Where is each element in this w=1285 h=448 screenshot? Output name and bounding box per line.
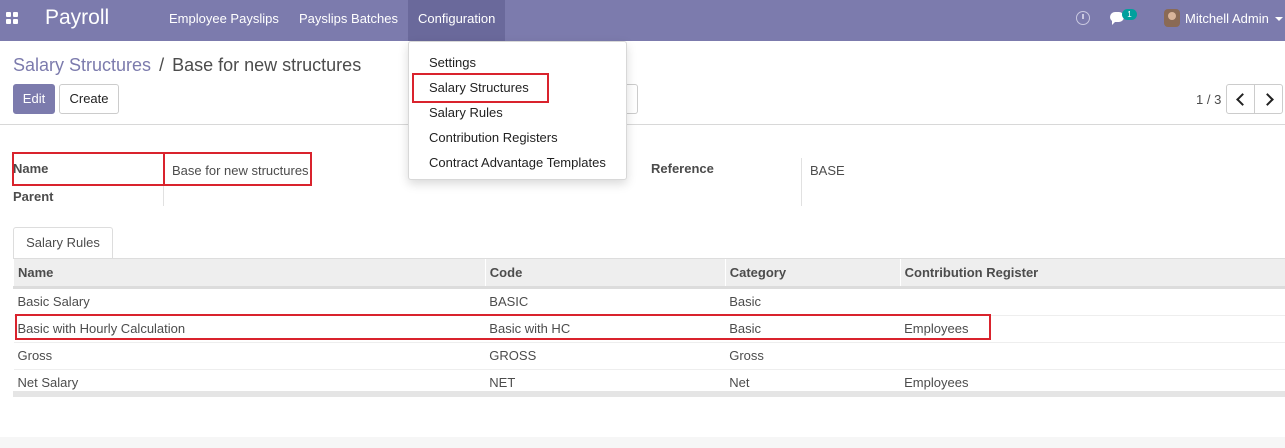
dropdown-item-contract-advantage-templates[interactable]: Contract Advantage Templates — [429, 155, 606, 170]
chevron-left-icon — [1236, 93, 1249, 106]
app-title: Payroll — [45, 6, 110, 29]
reference-label: Reference — [651, 161, 714, 176]
breadcrumb-separator: / — [159, 55, 165, 75]
table-row[interactable]: Basic Salary BASIC Basic — [13, 287, 1285, 316]
menu-employee-payslips[interactable]: Employee Payslips — [159, 0, 289, 41]
dropdown-item-contribution-registers[interactable]: Contribution Registers — [429, 130, 558, 145]
breadcrumb-salary-structures[interactable]: Salary Structures — [13, 55, 151, 75]
highlight-box-menu — [412, 73, 549, 103]
field-separator — [801, 158, 802, 206]
chevron-down-icon[interactable] — [1275, 17, 1283, 21]
apps-grid-icon[interactable] — [6, 12, 22, 28]
menu-configuration[interactable]: Configuration — [408, 0, 505, 41]
column-header-name[interactable]: Name — [13, 259, 486, 289]
cell-code: GROSS — [485, 342, 726, 370]
bottom-band — [0, 437, 1285, 448]
pager-previous-button[interactable] — [1226, 84, 1255, 114]
cell-name: Basic Salary — [13, 287, 486, 316]
cell-name: Gross — [13, 342, 486, 370]
edit-button[interactable]: Edit — [13, 84, 55, 114]
breadcrumb-current: Base for new structures — [172, 55, 362, 75]
table-footer — [13, 391, 1285, 397]
clock-icon[interactable] — [1076, 11, 1090, 25]
pager-next-button[interactable] — [1254, 84, 1283, 114]
cell-register — [900, 287, 1285, 316]
highlight-box-row — [15, 314, 991, 340]
table-row[interactable]: Gross GROSS Gross — [13, 342, 1285, 370]
column-header-category[interactable]: Category — [724, 259, 901, 289]
cell-category: Gross — [725, 342, 901, 370]
pager-value[interactable]: 1 / 3 — [1196, 92, 1221, 107]
dropdown-item-salary-rules[interactable]: Salary Rules — [429, 105, 503, 120]
column-header-code[interactable]: Code — [484, 259, 726, 289]
user-menu-name[interactable]: Mitchell Admin — [1185, 11, 1269, 26]
tab-salary-rules[interactable]: Salary Rules — [13, 227, 113, 259]
cell-category: Basic — [725, 287, 901, 316]
highlight-box-name-label — [12, 152, 165, 186]
configuration-dropdown: Settings Salary Structures Salary Rules … — [408, 41, 627, 180]
chevron-right-icon — [1261, 93, 1274, 106]
highlight-box-name-value — [163, 152, 312, 186]
cell-register — [900, 342, 1285, 370]
top-navbar: Payroll Employee Payslips Payslips Batch… — [0, 0, 1285, 41]
divider — [0, 124, 1285, 125]
create-button[interactable]: Create — [59, 84, 119, 114]
menu-payslips-batches[interactable]: Payslips Batches — [289, 0, 408, 41]
reference-field: BASE — [810, 163, 845, 178]
cell-code: BASIC — [485, 287, 726, 316]
table-header-row: Name Code Category Contribution Register — [13, 259, 1285, 289]
avatar[interactable] — [1164, 9, 1180, 27]
parent-label: Parent — [13, 189, 54, 204]
notification-badge: 1 — [1122, 9, 1137, 20]
breadcrumb: Salary Structures / Base for new structu… — [13, 55, 361, 76]
dropdown-item-settings[interactable]: Settings — [429, 55, 476, 70]
column-header-contribution-register[interactable]: Contribution Register — [899, 259, 1285, 289]
